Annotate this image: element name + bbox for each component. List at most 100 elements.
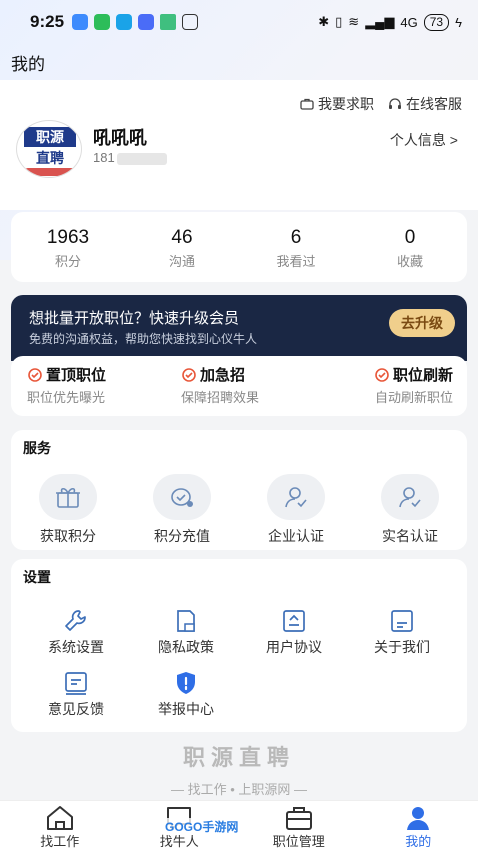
enterprise-verify-icon <box>285 487 307 508</box>
charging-icon: ϟ <box>455 14 462 30</box>
badge-icon <box>28 367 42 382</box>
feature-desc: 自动刷新职位 <box>374 390 453 405</box>
badge-icon <box>182 367 196 382</box>
app-icon <box>138 14 155 30</box>
avatar[interactable]: 职源 直聘 <box>16 120 82 178</box>
vip-banner[interactable]: 想批量开放职位？快速升级会员 免费的沟通权益，帮助您快速找到心仪牛人 去升级 <box>11 295 467 361</box>
personal-info-link[interactable]: 个人信息 > <box>390 130 458 150</box>
setting-report[interactable]: 举报中心 <box>129 669 243 719</box>
recharge-icon <box>171 488 193 507</box>
stat-label: 我看过 <box>276 254 316 269</box>
footer-brand: 职源直聘 <box>182 745 295 770</box>
profile-card: 我要求职 在线客服 职源 直聘 吼吼吼 181 个人信息 > <box>0 80 478 210</box>
job-seek-link[interactable]: 我要求职 <box>300 94 374 114</box>
status-bar: 9:25 ✱ ▯ ≋ ▂▄▆ 4G 73 ϟ <box>0 0 478 44</box>
stat-communications[interactable]: 46 沟通 <box>125 212 239 282</box>
wechat-icon <box>94 14 111 30</box>
app-a-icon <box>160 14 177 30</box>
online-service-link[interactable]: 在线客服 <box>388 94 462 114</box>
setting-system[interactable]: 系统设置 <box>19 607 133 657</box>
setting-label: 系统设置 <box>48 639 104 655</box>
feature-top-job[interactable]: 置顶职位 职位优先曝光 <box>11 356 159 416</box>
tab-job-manage[interactable]: 职位管理 <box>239 801 359 850</box>
wrench-icon <box>65 610 86 631</box>
stat-value: 1963 <box>46 227 90 248</box>
agreement-icon <box>283 610 305 632</box>
network-type: 4G <box>400 14 418 30</box>
job-seek-label: 我要求职 <box>318 96 374 112</box>
service-label: 实名认证 <box>382 528 438 544</box>
header-links: 我要求职 在线客服 <box>300 94 462 114</box>
phone-redacted <box>116 152 167 165</box>
report-shield-icon <box>177 672 195 694</box>
badge-icon <box>375 367 389 382</box>
feature-urgent[interactable]: 加急招 保障招聘效果 <box>159 356 313 416</box>
service-label: 获取积分 <box>40 528 96 544</box>
vip-subtitle: 免费的沟通权益，帮助您快速找到心仪牛人 <box>29 332 258 346</box>
setting-privacy[interactable]: 隐私政策 <box>129 607 243 657</box>
vip-title: 想批量开放职位？快速升级会员 <box>29 310 240 327</box>
page-title: 我的 <box>11 55 45 74</box>
message-icon <box>116 14 133 30</box>
bluetooth-icon: ✱ <box>318 14 330 29</box>
stat-value: 6 <box>290 227 302 248</box>
stat-points[interactable]: 1963 积分 <box>11 212 125 282</box>
setting-feedback[interactable]: 意见反馈 <box>19 669 133 719</box>
user-icon <box>407 807 430 830</box>
service-label: 企业认证 <box>268 528 324 544</box>
stat-favorites[interactable]: 0 收藏 <box>353 212 467 282</box>
setting-label: 意见反馈 <box>48 701 104 717</box>
feature-title: 加急招 <box>200 367 246 384</box>
about-doc-icon <box>391 610 413 632</box>
setting-about[interactable]: 关于我们 <box>345 607 459 657</box>
service-enterprise-verify[interactable]: 企业认证 <box>239 474 353 546</box>
setting-label: 举报中心 <box>158 701 214 717</box>
tab-find-job[interactable]: 找工作 <box>0 801 120 850</box>
watermark: GOGO手游网 <box>162 818 242 835</box>
wifi-icon: ≋ <box>348 14 360 29</box>
home-icon <box>46 806 73 830</box>
services-title: 服务 <box>23 440 51 456</box>
stat-viewed[interactable]: 6 我看过 <box>239 212 353 282</box>
user-phone: 181 <box>93 150 167 165</box>
feature-desc: 职位优先曝光 <box>27 390 106 405</box>
tab-label: 找工作 <box>40 834 80 849</box>
tab-mine[interactable]: 我的 <box>359 801 478 850</box>
upgrade-button[interactable]: 去升级 <box>389 309 455 337</box>
stat-label: 积分 <box>54 254 81 269</box>
gift-icon <box>56 487 80 508</box>
avatar-logo-ribbon <box>24 168 76 176</box>
feature-desc: 保障招聘效果 <box>181 390 260 405</box>
service-identity-verify[interactable]: 实名认证 <box>353 474 467 546</box>
service-recharge[interactable]: 积分充值 <box>125 474 239 546</box>
status-right: ✱ ▯ ≋ ▂▄▆ 4G 73 ϟ <box>318 13 462 31</box>
settings-card: 设置 系统设置 隐私政策 用户协议 关于我们 意见反馈 举报中心 <box>11 559 467 732</box>
setting-agreement[interactable]: 用户协议 <box>237 607 351 657</box>
identity-verify-icon <box>399 487 421 508</box>
briefcase-icon <box>285 807 312 830</box>
services-card: 服务 获取积分 积分充值 企业认证 实名认证 <box>11 430 467 550</box>
feature-refresh[interactable]: 职位刷新 自动刷新职位 <box>313 356 467 416</box>
service-label: 积分充值 <box>154 528 210 544</box>
feature-title: 置顶职位 <box>46 367 107 384</box>
vip-features: 置顶职位 职位优先曝光 加急招 保障招聘效果 职位刷新 自动刷新职位 <box>11 356 467 416</box>
feedback-icon <box>65 672 87 695</box>
status-time: 9:25 <box>30 12 65 31</box>
stat-label: 收藏 <box>396 254 423 269</box>
settings-title: 设置 <box>23 569 51 585</box>
footer-slogan: — 找工作 • 上职源网 — <box>171 782 307 797</box>
setting-label: 隐私政策 <box>158 639 214 655</box>
setting-label: 用户协议 <box>266 639 322 655</box>
avatar-logo-line1: 职源 <box>24 127 76 147</box>
briefcase-small-icon <box>300 98 314 110</box>
service-get-points[interactable]: 获取积分 <box>11 474 125 546</box>
notification-icon <box>72 14 89 30</box>
signal-icon: ▂▄▆ <box>365 14 395 29</box>
battery-icon: 73 <box>423 13 450 31</box>
stats-card: 1963 积分 46 沟通 6 我看过 0 收藏 <box>11 212 467 282</box>
nfc-icon <box>182 14 199 30</box>
vibrate-icon: ▯ <box>335 14 343 29</box>
online-service-label: 在线客服 <box>406 96 462 112</box>
tab-label: 职位管理 <box>272 834 325 849</box>
stat-value: 0 <box>404 227 416 248</box>
